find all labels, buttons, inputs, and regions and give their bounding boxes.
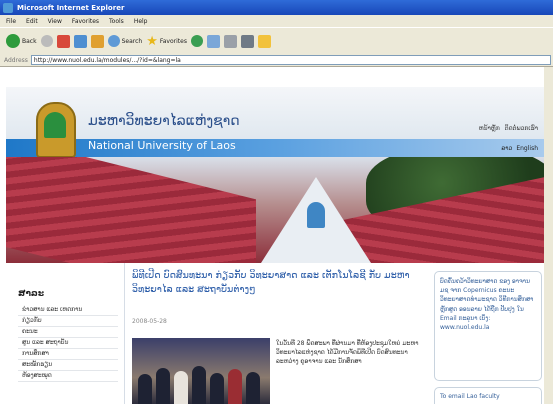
- campus-banner-image: [6, 157, 544, 263]
- menu-tools[interactable]: Tools: [109, 18, 124, 25]
- left-sidebar: ສາລະ ຂ່າວສານ ແລະ ເຫດການ ກ່ຽວກັບ ຄະນະ ສູນ…: [6, 263, 125, 404]
- forward-button[interactable]: [40, 35, 53, 47]
- email-box-text[interactable]: To email Lao faculty: [440, 393, 500, 400]
- news-body: ໃນວັນທີ 28 ພຶດສະພາ ທີ່ຜ່ານມາ ທີ່ຫ້ອງປະຊຸ…: [276, 340, 419, 365]
- toolbar: Back Search ★ Favorites: [0, 27, 553, 54]
- logo-emblem-icon: [44, 112, 66, 138]
- header-blue-bar: [6, 139, 544, 157]
- sidebar-item[interactable]: ກ່ຽວກັບ: [18, 316, 118, 327]
- back-arrow-icon: [6, 34, 20, 48]
- sidebar-item[interactable]: ສະໝັກຮຽນ: [18, 360, 118, 371]
- address-bar: Address http://www.nuol.edu.la/modules/.…: [0, 54, 553, 67]
- lang-lao-link[interactable]: ລາວ: [501, 145, 512, 152]
- menu-file[interactable]: File: [6, 18, 16, 25]
- mail-icon[interactable]: [206, 34, 220, 48]
- vertical-scrollbar[interactable]: [544, 67, 553, 404]
- web-page: ມະຫາວິທະຍາໄລແຫ່ງຊາດ National University …: [6, 67, 544, 404]
- news-date: 2008-05-28: [132, 318, 167, 325]
- gable-seal-icon: [307, 202, 325, 228]
- search-icon: [107, 35, 120, 47]
- menu-view[interactable]: View: [48, 18, 62, 25]
- person: [246, 372, 260, 404]
- person: [138, 374, 152, 404]
- news-headline[interactable]: ພິທີເປີດ ບົດສົນທະນາ ກ່ຽວກັບ ວິທະຍາສາດ ແລ…: [132, 269, 426, 297]
- messenger-icon[interactable]: [257, 34, 271, 48]
- site-title-english: National University of Laos: [88, 139, 236, 152]
- print-icon[interactable]: [223, 34, 237, 48]
- address-label: Address: [4, 56, 28, 64]
- home-icon[interactable]: [90, 34, 104, 48]
- person: [210, 373, 224, 404]
- info-box: ບົດຄົ້ນຄວ້າວິທະຍາສາດ ຂອງ ອາຈານ ມຊ ຈາກ Co…: [434, 271, 542, 381]
- person: [174, 371, 188, 404]
- news-photo: [132, 338, 270, 404]
- menu-bar: File Edit View Favorites Tools Help: [0, 15, 553, 27]
- sidebar-item[interactable]: ຄະນະ: [18, 327, 118, 338]
- news-section: ພິທີເປີດ ບົດສົນທະນາ ກ່ຽວກັບ ວິທະຍາສາດ ແລ…: [126, 263, 426, 404]
- person: [192, 366, 206, 404]
- language-switch: ລາວ English: [501, 145, 538, 152]
- sidebar-menu: ຂ່າວສານ ແລະ ເຫດການ ກ່ຽວກັບ ຄະນະ ສູນ ແລະ …: [18, 305, 118, 382]
- sidebar-item[interactable]: ຂ່າວສານ ແລະ ເຫດການ: [18, 305, 118, 316]
- contact-link[interactable]: ຕິດຕໍ່ພວກເຮົາ: [505, 125, 538, 132]
- home-link[interactable]: ຫນ້າຫຼັກ: [479, 125, 500, 132]
- sidebar-item[interactable]: ການສຶກສາ: [18, 349, 118, 360]
- lang-english-link[interactable]: English: [516, 145, 538, 152]
- info-box-text[interactable]: ບົດຄົ້ນຄວ້າວິທະຍາສາດ ຂອງ ອາຈານ ມຊ ຈາກ Co…: [440, 277, 538, 332]
- history-icon[interactable]: [190, 35, 203, 47]
- stop-icon[interactable]: [56, 34, 70, 48]
- address-input[interactable]: http://www.nuol.edu.la/modules/.../?id=&…: [30, 55, 551, 65]
- person: [156, 368, 170, 404]
- search-button[interactable]: Search: [107, 35, 142, 47]
- sidebar-item[interactable]: ຫ້ອງສະໝຸດ: [18, 371, 118, 382]
- menu-edit[interactable]: Edit: [26, 18, 38, 25]
- person: [228, 369, 242, 404]
- favorites-button[interactable]: ★ Favorites: [146, 34, 187, 49]
- star-icon: ★: [146, 33, 158, 49]
- back-button[interactable]: Back: [6, 34, 37, 48]
- window-titlebar: Microsoft Internet Explorer: [0, 0, 553, 15]
- email-box: To email Lao faculty: [434, 387, 542, 404]
- site-title-lao: ມະຫາວິທະຍາໄລແຫ່ງຊາດ: [88, 113, 240, 129]
- sidebar-item[interactable]: ສູນ ແລະ ສະຖາບັນ: [18, 338, 118, 349]
- header-links: ຫນ້າຫຼັກ ຕິດຕໍ່ພວກເຮົາ: [479, 125, 538, 132]
- sidebar-heading: ສາລະ: [18, 289, 45, 299]
- window-title: Microsoft Internet Explorer: [17, 3, 125, 12]
- menu-help[interactable]: Help: [134, 18, 148, 25]
- right-sidebar: ບົດຄົ້ນຄວ້າວິທະຍາສາດ ຂອງ ອາຈານ ມຊ ຈາກ Co…: [430, 263, 544, 404]
- menu-favorites[interactable]: Favorites: [72, 18, 99, 25]
- edit-icon[interactable]: [240, 34, 254, 48]
- refresh-icon[interactable]: [73, 34, 87, 48]
- ie-logo-icon: [3, 2, 13, 13]
